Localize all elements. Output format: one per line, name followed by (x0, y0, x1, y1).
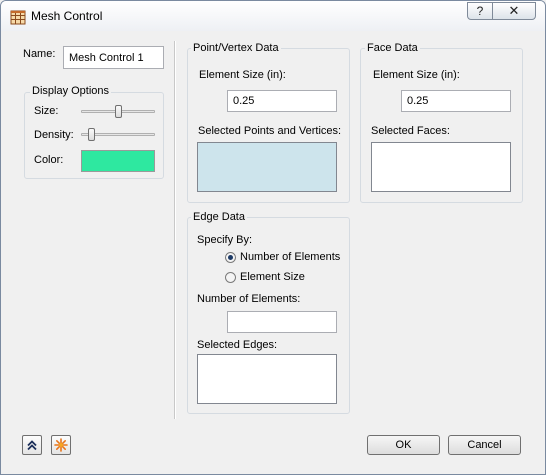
double-chevron-up-icon (27, 440, 37, 451)
number-of-elements-input[interactable] (227, 311, 337, 333)
close-icon: ✕ (508, 3, 520, 18)
display-options-title: Display Options (30, 85, 112, 97)
point-vertex-title: Point/Vertex Data (191, 42, 281, 54)
selected-points-list[interactable] (197, 142, 337, 192)
selected-edges-label: Selected Edges: (197, 339, 278, 351)
expand-button[interactable] (22, 435, 42, 455)
point-element-size-input[interactable] (227, 90, 337, 112)
specify-by-label: Specify By: (197, 234, 253, 246)
color-label: Color: (34, 154, 64, 166)
name-label: Name: (23, 48, 56, 60)
radio-label: Number of Elements (240, 251, 341, 263)
help-button[interactable]: ? (467, 2, 493, 20)
close-button[interactable]: ✕ (492, 2, 536, 20)
size-slider-thumb[interactable] (114, 105, 122, 118)
edge-data-title: Edge Data (191, 211, 247, 223)
size-label: Size: (34, 105, 59, 117)
face-element-size-input[interactable] (401, 90, 511, 112)
selected-faces-label: Selected Faces: (371, 125, 450, 137)
radio-button[interactable] (225, 252, 236, 263)
density-slider-thumb[interactable] (87, 128, 95, 141)
new-mesh-control-button[interactable] (51, 435, 71, 455)
face-element-size-label: Element Size (in): (373, 69, 460, 81)
cancel-button[interactable]: Cancel (448, 435, 521, 455)
help-icon: ? (476, 4, 484, 18)
color-swatch[interactable] (81, 150, 155, 172)
window-title: Mesh Control (31, 9, 103, 23)
mesh-control-dialog: Mesh Control ? ✕ Name: Display Options S… (0, 0, 546, 475)
point-element-size-label: Element Size (in): (199, 69, 286, 81)
number-of-elements-label: Number of Elements: (197, 293, 301, 305)
ok-button[interactable]: OK (367, 435, 440, 455)
radio-number-of-elements[interactable]: Number of Elements (225, 251, 345, 267)
radio-button[interactable] (225, 272, 236, 283)
column-separator (174, 41, 176, 419)
face-data-title: Face Data (365, 42, 420, 54)
density-label: Density: (34, 129, 74, 141)
title-bar[interactable]: Mesh Control ? ✕ (1, 1, 545, 31)
mesh-grid-icon (10, 9, 26, 25)
radio-label: Element Size (240, 271, 305, 283)
selected-faces-list[interactable] (371, 142, 511, 192)
starburst-icon (54, 438, 68, 452)
name-input[interactable] (63, 46, 164, 69)
selected-points-label: Selected Points and Vertices: (198, 125, 342, 137)
selected-edges-list[interactable] (197, 354, 337, 404)
radio-element-size[interactable]: Element Size (225, 271, 345, 287)
